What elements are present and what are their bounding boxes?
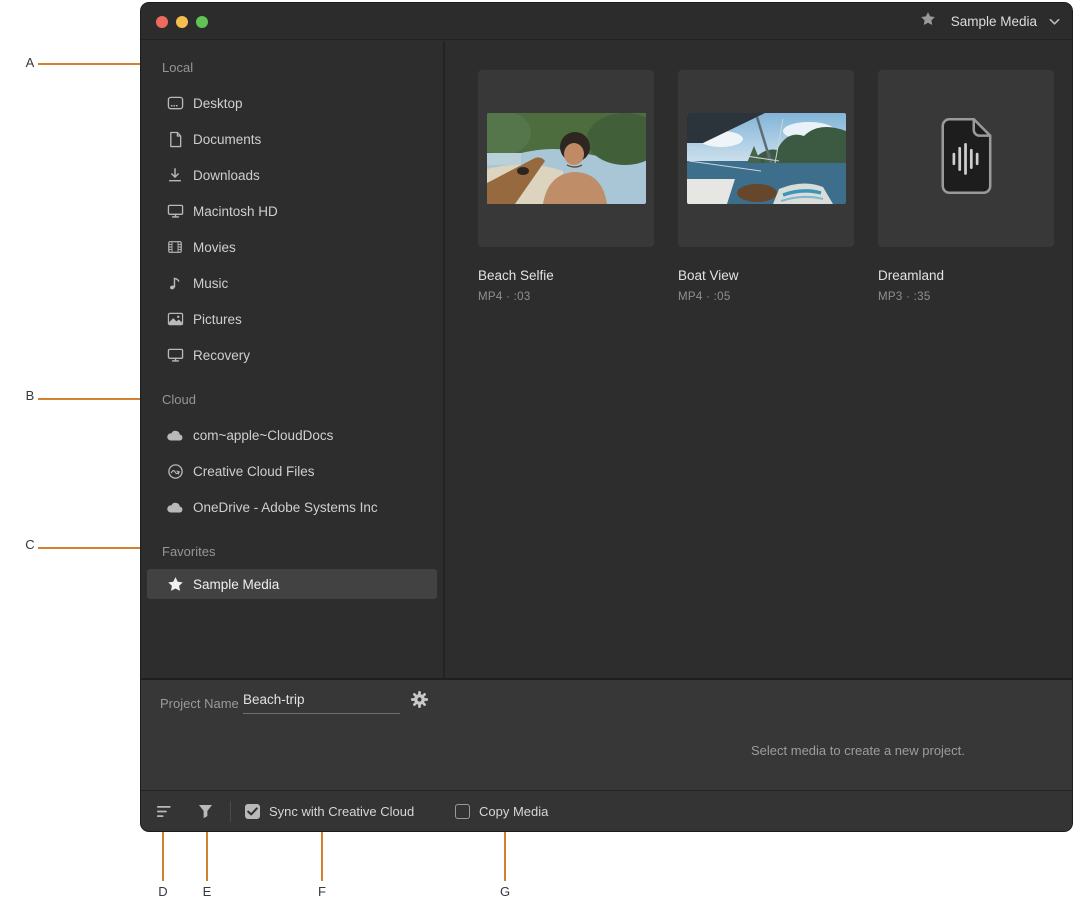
media-title: Boat View [678,268,854,283]
close-window-button[interactable] [156,16,168,28]
sidebar-item-label: Macintosh HD [193,204,278,219]
project-panel: Project Name Select media to create a ne… [141,678,1072,790]
star-icon [920,11,936,32]
annotation-label-a: A [23,55,37,70]
sidebar-item-onedrive[interactable]: OneDrive - Adobe Systems Inc [141,489,443,525]
document-icon [166,131,184,148]
media-item-beach-selfie[interactable]: Beach Selfie MP4 · :03 [478,70,654,303]
sidebar-item-documents[interactable]: Documents [141,121,443,157]
creative-cloud-icon [166,463,184,480]
app-window: Sample Media Local Desktop Documents [141,3,1072,831]
minimize-window-button[interactable] [176,16,188,28]
bottom-toolbar: Sync with Creative Cloud Copy Media [141,790,1072,831]
media-item-dreamland[interactable]: Dreamland MP3 · :35 [878,70,1054,303]
project-hint-text: Select media to create a new project. [751,743,965,758]
sidebar-item-creative-cloud-files[interactable]: Creative Cloud Files [141,453,443,489]
annotation-label-e: E [200,884,214,899]
browser-content: Local Desktop Documents Downloads [141,41,1072,678]
sidebar-item-sample-media[interactable]: Sample Media [147,569,437,599]
music-note-icon [166,275,184,291]
media-meta: MP4 · :03 [478,291,654,303]
media-meta: MP3 · :35 [878,291,1054,303]
annotation-line-a [38,63,141,65]
audio-file-icon [935,118,997,199]
sidebar-item-desktop[interactable]: Desktop [141,85,443,121]
traffic-lights [156,16,208,28]
project-name-input[interactable] [243,690,400,714]
annotation-line-g [504,831,506,881]
sidebar-item-label: Music [193,276,228,291]
maximize-window-button[interactable] [196,16,208,28]
beach-selfie-thumbnail [487,113,646,204]
library-selector[interactable]: Sample Media [920,3,1060,40]
sidebar-section-favorites: Favorites [162,544,443,559]
sidebar-section-local: Local [162,60,443,75]
media-title: Beach Selfie [478,268,654,283]
media-thumbnail-card [478,70,654,247]
sidebar-item-label: OneDrive - Adobe Systems Inc [193,500,378,515]
sidebar-item-label: Downloads [193,168,260,183]
media-thumbnail-card [678,70,854,247]
sidebar-item-recovery[interactable]: Recovery [141,337,443,373]
sidebar-item-clouddocs[interactable]: com~apple~CloudDocs [141,417,443,453]
annotation-label-f: F [315,884,329,899]
sync-with-creative-cloud-checkbox[interactable]: Sync with Creative Cloud [245,791,414,831]
sidebar-section-cloud: Cloud [162,392,443,407]
page: A B C D E F G Sample Media [0,0,1073,904]
sidebar-item-label: Pictures [193,312,242,327]
checkbox-checked-icon [245,804,260,819]
sidebar-item-label: Recovery [193,348,250,363]
chevron-down-icon [1049,13,1060,31]
sidebar-item-label: Documents [193,132,261,147]
sync-checkbox-label: Sync with Creative Cloud [269,804,414,819]
annotation-label-d: D [156,884,170,899]
media-meta: MP4 · :05 [678,291,854,303]
copy-media-checkbox[interactable]: Copy Media [455,791,548,831]
toolbar-divider [230,801,231,822]
sidebar-item-music[interactable]: Music [141,265,443,301]
media-title: Dreamland [878,268,1054,283]
media-item-boat-view[interactable]: Boat View MP4 · :05 [678,70,854,303]
sidebar: Local Desktop Documents Downloads [141,41,445,678]
annotation-line-c [38,547,141,549]
media-thumbnail-card [878,70,1054,247]
sidebar-item-label: Sample Media [193,577,279,592]
checkbox-unchecked-icon [455,804,470,819]
gear-icon[interactable] [410,690,429,714]
copy-checkbox-label: Copy Media [479,804,548,819]
sidebar-item-label: Creative Cloud Files [193,464,315,479]
annotation-line-f [321,831,323,881]
sidebar-item-label: com~apple~CloudDocs [193,428,333,443]
annotation-label-c: C [23,537,37,552]
display-icon [166,347,184,363]
display-icon [166,203,184,219]
annotation-line-e [206,831,208,881]
download-icon [166,167,184,183]
cloud-icon [166,429,184,442]
sidebar-item-macintosh-hd[interactable]: Macintosh HD [141,193,443,229]
filter-icon[interactable] [198,804,213,819]
sidebar-item-movies[interactable]: Movies [141,229,443,265]
sidebar-item-downloads[interactable]: Downloads [141,157,443,193]
media-grid: Beach Selfie MP4 · :03 [445,41,1072,678]
sidebar-item-label: Desktop [193,96,243,111]
sidebar-item-pictures[interactable]: Pictures [141,301,443,337]
sort-icon[interactable] [156,805,173,819]
film-icon [166,239,184,255]
annotation-label-b: B [23,388,37,403]
boat-view-thumbnail [687,113,846,204]
project-name-label: Project Name [160,696,239,711]
annotation-line-b [38,398,141,400]
annotation-line-d [162,831,164,881]
library-name: Sample Media [951,14,1037,29]
desktop-icon [166,95,184,112]
titlebar: Sample Media [141,3,1072,40]
image-icon [166,311,184,327]
cloud-icon [166,501,184,514]
star-icon [166,576,184,593]
sidebar-item-label: Movies [193,240,236,255]
annotation-label-g: G [498,884,512,899]
